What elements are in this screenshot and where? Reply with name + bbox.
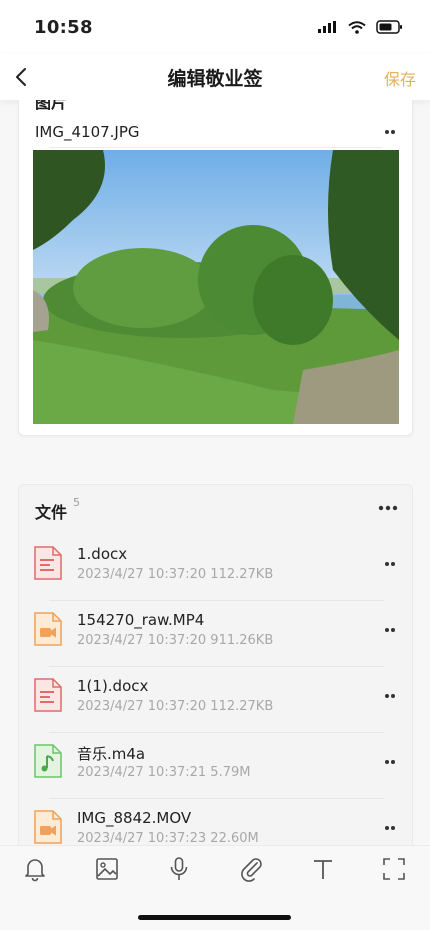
- document-file-icon: [34, 678, 62, 712]
- file-name: 音乐.m4a: [77, 745, 146, 763]
- more-dots-icon[interactable]: [384, 129, 396, 135]
- page-title: 编辑敬业签: [167, 67, 263, 90]
- video-file-icon: [34, 612, 62, 646]
- status-time: 10:58: [34, 16, 93, 38]
- file-name: 154270_raw.MP4: [77, 611, 205, 629]
- files-card: 文件 5 1.docx 2023/4/27 10:37:20 112.27KB: [18, 484, 413, 846]
- file-row[interactable]: 154270_raw.MP4 2023/4/27 10:37:20 911.26…: [19, 601, 412, 667]
- image-icon[interactable]: [94, 856, 120, 882]
- files-more-icon[interactable]: [378, 505, 398, 511]
- file-meta: 2023/4/27 10:37:20 911.26KB: [77, 633, 274, 648]
- image-file-name: IMG_4107.JPG: [35, 123, 140, 141]
- video-file-icon: [34, 810, 62, 844]
- note-content: 图片 IMG_4107.JPG 文件 5 1.docx 2023/4/27 10…: [0, 100, 430, 846]
- file-more-icon[interactable]: [384, 627, 396, 633]
- file-row[interactable]: 1(1).docx 2023/4/27 10:37:20 112.27KB: [19, 667, 412, 733]
- navigation-bar: 编辑敬业签 保存: [0, 54, 430, 100]
- attached-photo[interactable]: [33, 150, 399, 424]
- file-name: IMG_8842.MOV: [77, 809, 192, 827]
- back-arrow-icon[interactable]: [10, 65, 34, 89]
- battery-icon: [376, 20, 402, 34]
- status-icons: [318, 20, 404, 34]
- file-name: 1.docx: [77, 545, 128, 563]
- text-icon[interactable]: [310, 856, 336, 882]
- file-meta: 2023/4/27 10:37:20 112.27KB: [77, 567, 274, 582]
- file-row[interactable]: 音乐.m4a 2023/4/27 10:37:21 5.79M: [19, 733, 412, 799]
- file-row[interactable]: IMG_8842.MOV 2023/4/27 10:37:23 22.60M: [19, 799, 412, 846]
- file-meta: 2023/4/27 10:37:21 5.79M: [77, 765, 251, 780]
- paperclip-icon[interactable]: [238, 856, 264, 882]
- file-more-icon[interactable]: [384, 825, 396, 831]
- file-meta: 2023/4/27 10:37:23 22.60M: [77, 831, 259, 846]
- bottom-toolbar: [0, 845, 430, 930]
- files-section-title: 文件: [35, 503, 68, 522]
- file-row[interactable]: 1.docx 2023/4/27 10:37:20 112.27KB: [19, 535, 412, 601]
- document-file-icon: [34, 546, 62, 580]
- audio-file-icon: [34, 744, 62, 778]
- file-name: 1(1).docx: [77, 677, 149, 695]
- file-more-icon[interactable]: [384, 693, 396, 699]
- home-indicator: [138, 915, 291, 920]
- cellular-signal-icon: [318, 21, 336, 33]
- wifi-icon: [348, 20, 366, 34]
- files-count: 5: [73, 496, 81, 509]
- fullscreen-icon[interactable]: [381, 856, 407, 882]
- microphone-icon[interactable]: [166, 856, 192, 882]
- bell-icon[interactable]: [22, 856, 48, 882]
- files-header: 文件 5: [35, 496, 81, 523]
- file-more-icon[interactable]: [384, 561, 396, 567]
- file-meta: 2023/4/27 10:37:20 112.27KB: [77, 699, 274, 714]
- landscape-photo: [33, 150, 399, 424]
- file-more-icon[interactable]: [384, 759, 396, 765]
- save-button[interactable]: 保存: [384, 66, 416, 90]
- divider: [49, 147, 382, 148]
- image-card: 图片 IMG_4107.JPG: [18, 100, 413, 436]
- status-bar: 10:58: [0, 0, 430, 54]
- image-section-title: 图片: [35, 100, 68, 112]
